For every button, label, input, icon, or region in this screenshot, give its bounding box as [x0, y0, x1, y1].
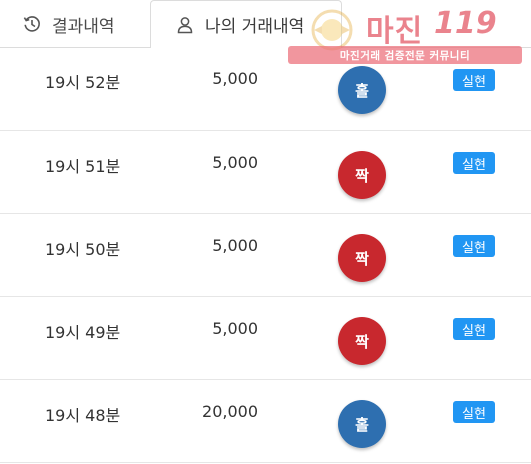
history-icon	[22, 14, 42, 34]
status-badge: 실현	[453, 401, 495, 423]
transaction-row: 19시 50분 5,000 짝 실현	[0, 214, 531, 297]
result-ball-even: 짝	[338, 317, 386, 365]
row-time: 19시 51분	[45, 157, 121, 176]
tab-my-transactions-label: 나의 거래내역	[205, 17, 305, 37]
row-amount: 5,000	[212, 153, 258, 172]
transaction-row: 19시 52분 5,000 홀 실현	[0, 48, 531, 131]
transaction-row: 19시 48분 20,000 홀 실현	[0, 380, 531, 463]
tab-results[interactable]: 결과내역	[0, 0, 150, 48]
tab-my-transactions[interactable]: 나의 거래내역	[150, 0, 342, 48]
result-ball-even: 짝	[338, 151, 386, 199]
result-ball-odd: 홀	[338, 400, 386, 448]
transaction-row: 19시 51분 5,000 짝 실현	[0, 131, 531, 214]
tab-bar: 결과내역 나의 거래내역	[0, 0, 531, 48]
page: 결과내역 나의 거래내역 마진 119 마진거래 검증전문 커뮤니티 19시 5…	[0, 0, 531, 464]
row-amount: 20,000	[202, 402, 258, 421]
tab-results-label: 결과내역	[52, 16, 115, 37]
status-badge: 실현	[453, 69, 495, 91]
result-ball-odd: 홀	[338, 66, 386, 114]
row-amount: 5,000	[212, 319, 258, 338]
status-badge: 실현	[453, 235, 495, 257]
row-time: 19시 52분	[45, 73, 121, 92]
status-badge: 실현	[453, 152, 495, 174]
row-amount: 5,000	[212, 236, 258, 255]
transaction-list: 19시 52분 5,000 홀 실현 19시 51분 5,000 짝 실현 19…	[0, 48, 531, 463]
status-badge: 실현	[453, 318, 495, 340]
row-amount: 5,000	[212, 69, 258, 88]
row-time: 19시 50분	[45, 240, 121, 259]
user-icon	[175, 15, 195, 35]
result-ball-even: 짝	[338, 234, 386, 282]
row-time: 19시 49분	[45, 323, 121, 342]
transaction-row: 19시 49분 5,000 짝 실현	[0, 297, 531, 380]
row-time: 19시 48분	[45, 406, 121, 425]
